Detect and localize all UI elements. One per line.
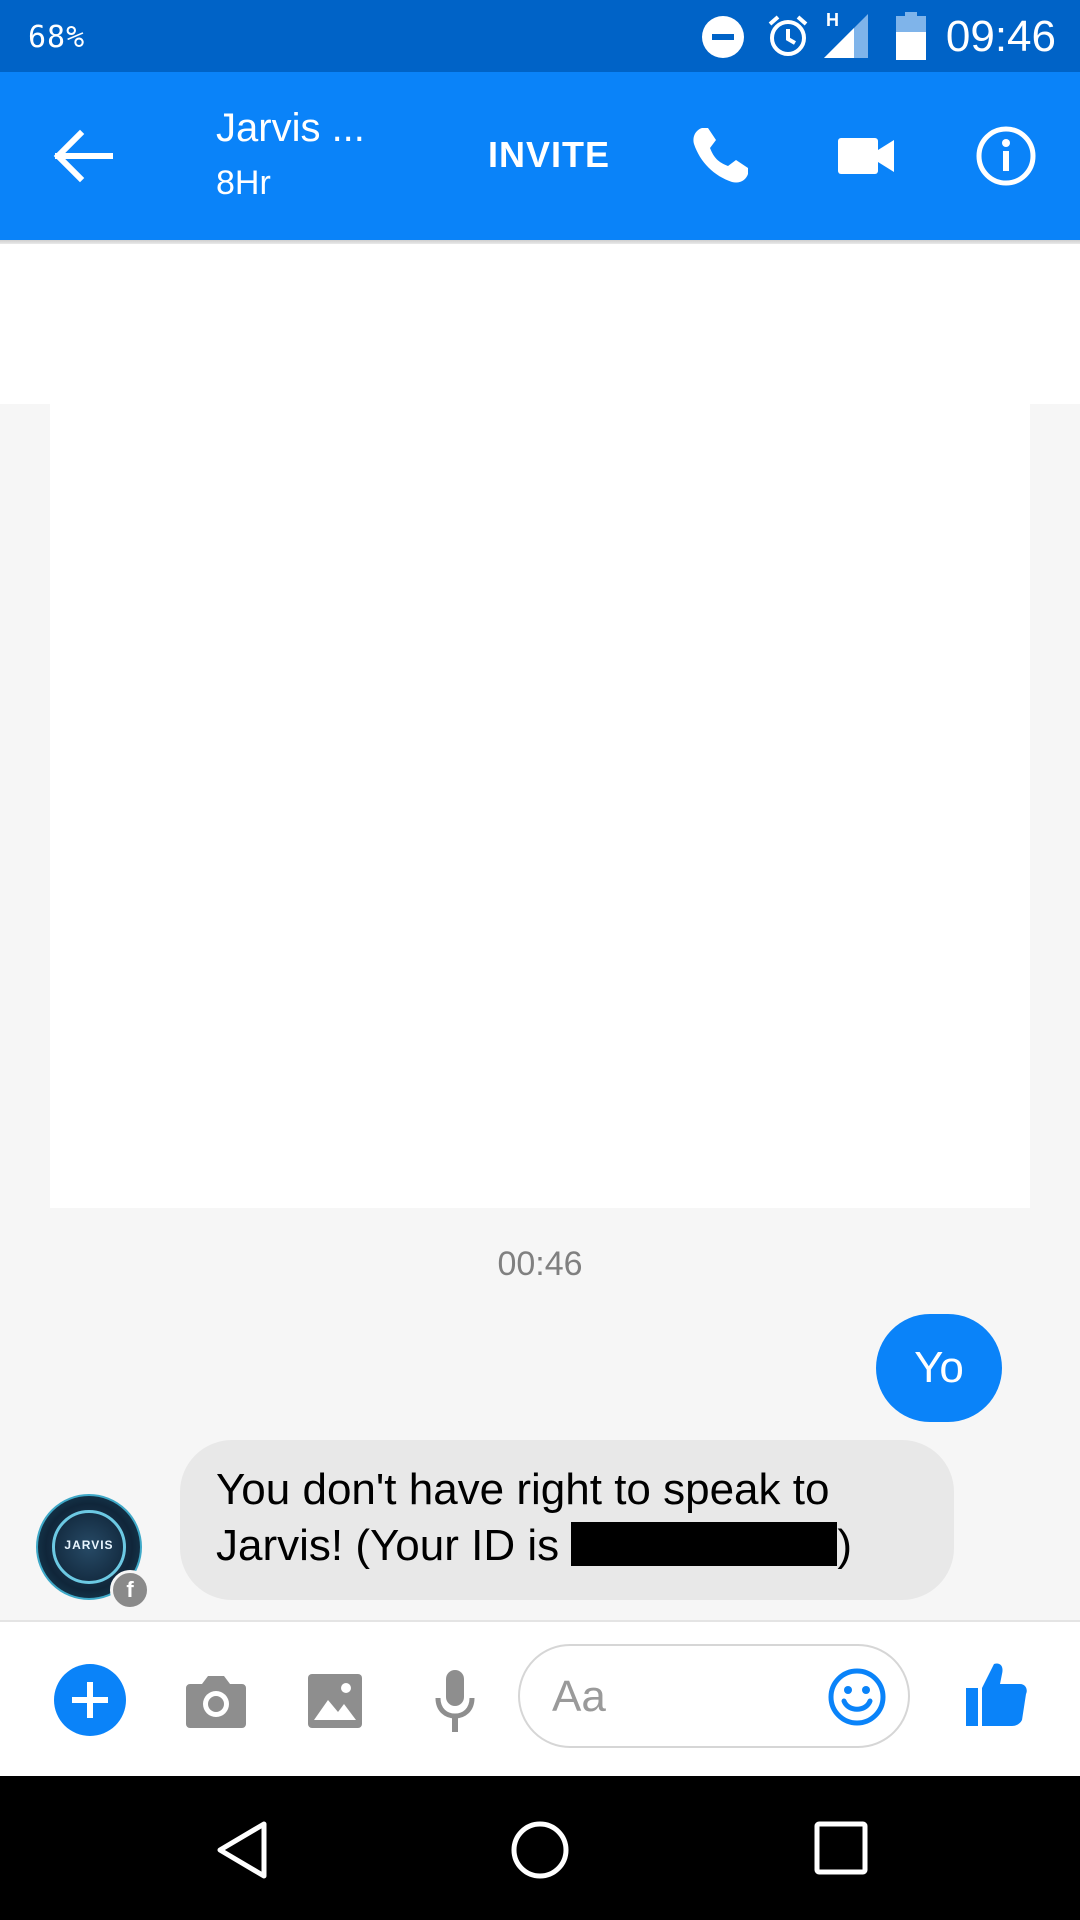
avatar-label: JARVIS (64, 1538, 114, 1552)
battery-percent: 68% (28, 20, 86, 55)
back-arrow-icon[interactable] (50, 128, 114, 184)
video-camera-icon[interactable] (834, 124, 898, 188)
recents-square-icon[interactable] (814, 1820, 868, 1876)
emoji-icon[interactable] (828, 1668, 886, 1726)
contact-active-status: 8Hr (216, 164, 271, 202)
previous-message-area (0, 244, 1080, 404)
status-bar: 68% H 09:46 (0, 0, 1080, 72)
thumbs-up-icon[interactable] (964, 1660, 1028, 1728)
do-not-disturb-icon (702, 16, 744, 58)
message-timestamp: 00:46 (497, 1245, 583, 1283)
shared-image-card[interactable] (50, 404, 1030, 1208)
clock: 09:46 (945, 12, 1056, 61)
gallery-icon[interactable] (306, 1672, 364, 1730)
system-navigation-bar (0, 1776, 1080, 1920)
message-input-pill (518, 1644, 910, 1748)
conversation-header: Jarvis ... 8Hr INVITE (0, 72, 1080, 240)
alarm-icon (768, 15, 808, 56)
battery-icon (896, 12, 926, 60)
incoming-message-bubble[interactable]: You don't have right to speak to Jarvis!… (180, 1440, 954, 1600)
camera-icon[interactable] (184, 1672, 248, 1728)
invite-button[interactable]: INVITE (488, 134, 610, 176)
signal-icon (824, 14, 868, 58)
message-composer (0, 1620, 1080, 1776)
microphone-icon[interactable] (432, 1668, 478, 1734)
outgoing-message-bubble[interactable]: Yo (876, 1314, 1002, 1422)
home-circle-icon[interactable] (510, 1820, 570, 1880)
contact-name[interactable]: Jarvis ... (216, 106, 365, 151)
info-icon[interactable] (974, 124, 1038, 188)
message-input[interactable] (550, 1670, 814, 1724)
facebook-badge-icon: f (110, 1570, 150, 1610)
phone-icon[interactable] (688, 124, 752, 188)
incoming-message-suffix: ) (837, 1521, 853, 1570)
back-triangle-icon[interactable] (214, 1820, 270, 1880)
plus-icon[interactable] (54, 1664, 126, 1736)
redacted-id-block (571, 1522, 838, 1566)
